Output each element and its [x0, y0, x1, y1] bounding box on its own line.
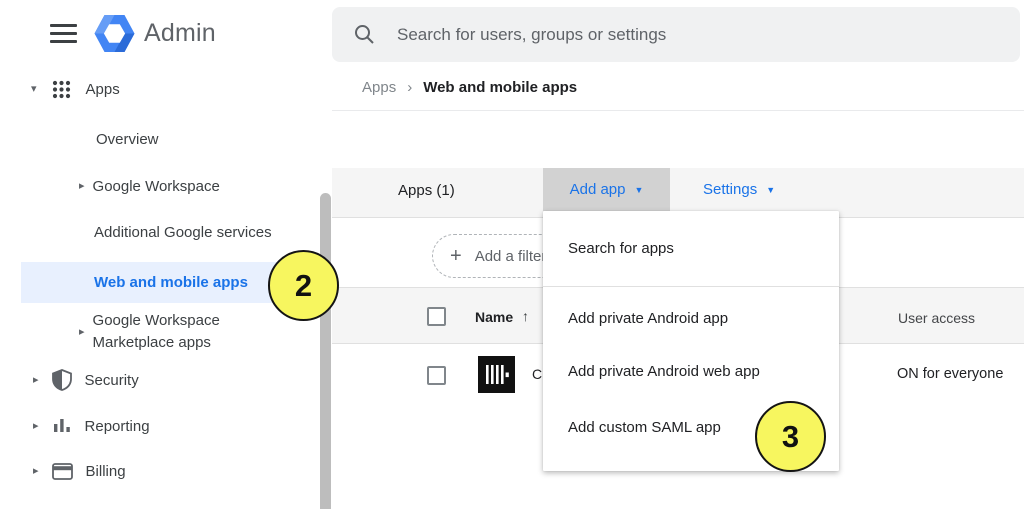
admin-hexagon-icon	[94, 13, 135, 54]
google-admin-logo[interactable]: Admin	[94, 13, 216, 54]
breadcrumb-separator: ›	[407, 79, 412, 96]
sidebar-apps-label: Apps	[86, 81, 120, 98]
hamburger-bar	[50, 40, 77, 43]
settings-button[interactable]: Settings ▼	[697, 168, 781, 211]
chevron-right-icon: ▸	[33, 466, 39, 477]
breadcrumb-apps-link[interactable]: Apps	[362, 79, 396, 96]
annotation-step-3: 3	[755, 401, 826, 472]
column-header-user-access: User access	[898, 310, 975, 326]
sidebar-item-label: Google Workspace Marketplace apps	[93, 310, 268, 354]
admin-console-window: Admin Apps › Web and mobile apps ▾ Apps	[0, 0, 1024, 509]
sidebar-item-label: Additional Google services	[94, 224, 272, 241]
sidebar-item-google-workspace[interactable]: ▸ Google Workspace	[79, 178, 220, 195]
shield-icon	[52, 369, 72, 391]
sidebar-item-billing[interactable]: ▸ Billing	[33, 463, 126, 480]
sort-ascending-icon[interactable]: ↑	[522, 308, 529, 324]
app-logo-icon	[478, 356, 515, 393]
row-checkbox[interactable]	[427, 366, 446, 385]
sidebar-item-label: Overview	[96, 131, 159, 148]
sidebar-item-web-and-mobile-apps[interactable]: Web and mobile apps	[94, 274, 248, 291]
hamburger-menu-icon[interactable]	[50, 24, 77, 43]
apps-grid-icon	[52, 80, 71, 99]
chevron-down-icon: ▾	[31, 84, 37, 95]
sidebar-item-security[interactable]: ▸ Security	[33, 369, 139, 391]
search-icon	[354, 24, 375, 45]
breadcrumb: Apps › Web and mobile apps	[362, 79, 577, 96]
sidebar-item-label: Security	[85, 372, 139, 389]
credit-card-icon	[52, 463, 73, 480]
select-all-checkbox[interactable]	[427, 307, 446, 326]
search-input[interactable]	[397, 25, 957, 45]
add-app-label: Add app	[570, 181, 626, 198]
breadcrumb-divider	[332, 110, 1024, 111]
sidebar-item-apps-root[interactable]: ▾ Apps	[31, 80, 120, 99]
breadcrumb-current: Web and mobile apps	[423, 79, 577, 96]
add-app-button[interactable]: Add app ▼	[543, 168, 670, 211]
sidebar-item-label: Reporting	[85, 418, 150, 435]
column-header-name[interactable]: Name	[475, 309, 513, 325]
sidebar-item-label: Google Workspace	[93, 178, 220, 195]
sidebar-item-overview[interactable]: Overview	[96, 131, 159, 148]
chevron-right-icon: ▸	[33, 375, 39, 386]
sidebar-item-marketplace-apps[interactable]: ▸ Google Workspace Marketplace apps	[79, 310, 268, 354]
menu-item-search-for-apps[interactable]: Search for apps	[543, 211, 839, 287]
plus-icon: +	[450, 246, 462, 266]
sidebar-item-label: Billing	[86, 463, 126, 480]
annotation-step-2: 2	[268, 250, 339, 321]
sidebar-item-reporting[interactable]: ▸ Reporting	[33, 416, 150, 436]
bar-chart-icon	[52, 416, 72, 436]
sidebar-scrollbar[interactable]	[320, 193, 331, 509]
chevron-right-icon: ▸	[33, 421, 39, 432]
menu-item-add-private-android-app[interactable]: Add private Android app	[543, 287, 839, 343]
add-filter-label: Add a filter	[475, 248, 547, 265]
chevron-right-icon: ▸	[79, 327, 85, 338]
user-access-cell[interactable]: ON for everyone	[897, 366, 1003, 382]
menu-item-add-private-android-web-app[interactable]: Add private Android web app	[543, 343, 839, 399]
app-name-cell: C	[532, 366, 542, 382]
hamburger-bar	[50, 32, 77, 35]
chevron-right-icon: ▸	[79, 181, 85, 192]
chevron-down-icon: ▼	[766, 184, 775, 195]
chevron-down-icon: ▼	[634, 184, 643, 195]
apps-count-label: Apps (1)	[398, 182, 455, 199]
hamburger-bar	[50, 24, 77, 27]
settings-label: Settings	[703, 181, 757, 198]
admin-logo-text: Admin	[144, 19, 216, 48]
global-search-bar[interactable]	[332, 7, 1020, 62]
sidebar-item-additional-google-services[interactable]: Additional Google services	[94, 224, 272, 241]
